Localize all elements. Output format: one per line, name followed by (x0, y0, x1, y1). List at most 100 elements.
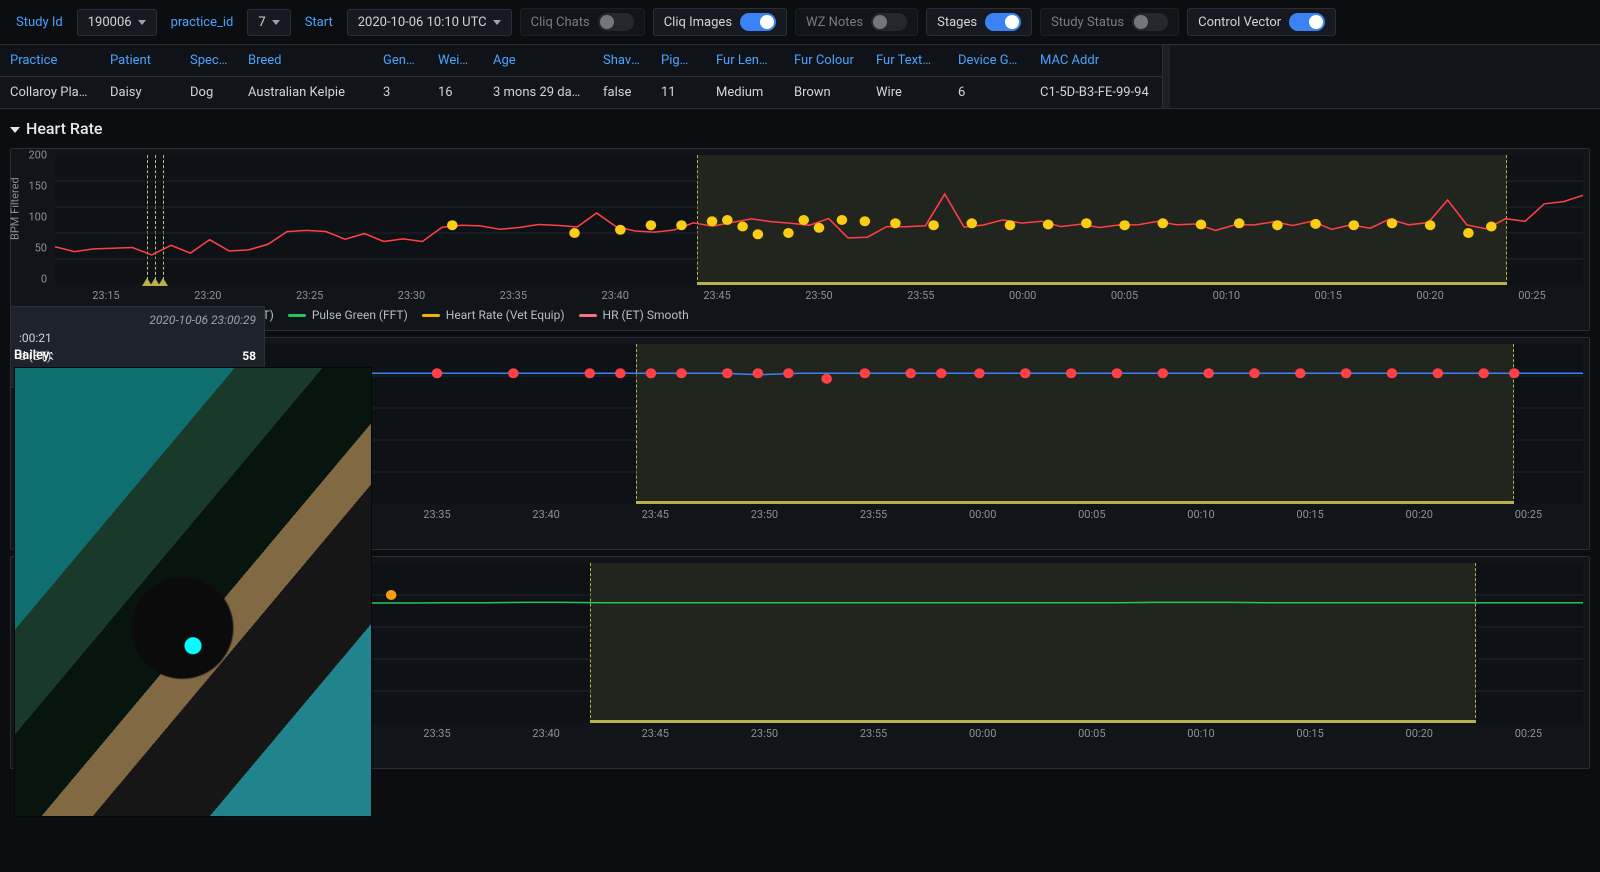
panel-title-heart-rate[interactable]: Heart Rate (0, 109, 1600, 142)
plot-area[interactable] (55, 155, 1583, 285)
y-tick: 200 (28, 149, 47, 162)
cell-value: Brown (784, 77, 866, 108)
x-tick: 00:15 (1256, 508, 1365, 521)
x-tick: 23:40 (492, 727, 601, 740)
practice-id-value: 7 (258, 15, 265, 30)
col-header[interactable]: Weight (428, 45, 483, 77)
x-tick: 00:10 (1146, 727, 1255, 740)
scrollbar[interactable] (1162, 45, 1170, 108)
toggle-study-status: Study Status (1040, 8, 1179, 36)
toggle-switch (598, 13, 634, 31)
toggle-switch (871, 13, 907, 31)
col-header[interactable]: Age (483, 45, 593, 77)
study-id-label: Study Id (10, 13, 69, 32)
col-header[interactable]: Breed (238, 45, 373, 77)
x-tick: 23:35 (462, 289, 564, 302)
chevron-down-icon (138, 20, 146, 25)
x-tick: 00:20 (1365, 508, 1474, 521)
start-label: Start (299, 13, 339, 32)
x-tick: 23:50 (710, 508, 819, 521)
x-tick: 23:30 (361, 289, 463, 302)
legend-item[interactable]: Heart Rate (Vet Equip) (422, 308, 565, 322)
x-tick: 23:55 (819, 508, 928, 521)
col-header[interactable]: MAC Addr (1030, 45, 1162, 77)
cell-value: Dog (180, 77, 238, 108)
legend-swatch (288, 314, 306, 317)
x-tick: 23:50 (768, 289, 870, 302)
legend-item[interactable]: Pulse Green (FFT) (288, 308, 408, 322)
legend-item[interactable]: HR (ET) Smooth (579, 308, 689, 322)
x-tick: 00:00 (928, 508, 1037, 521)
cell-value: Medium (706, 77, 784, 108)
legend-swatch (422, 314, 440, 317)
legend-label: Heart Rate (Vet Equip) (446, 308, 565, 322)
cell-value: 3 (373, 77, 428, 108)
cell-value: false (593, 77, 651, 108)
toggle-label: Control Vector (1198, 15, 1281, 30)
x-tick: 23:45 (601, 508, 710, 521)
start-value: 2020-10-06 10:10 UTC (358, 15, 487, 30)
toggle-switch[interactable] (985, 13, 1021, 31)
y-tick: 100 (28, 211, 47, 224)
x-tick: 00:10 (1175, 289, 1277, 302)
x-tick: 00:05 (1037, 508, 1146, 521)
toggle-stages[interactable]: Stages (926, 8, 1032, 36)
toggle-switch[interactable] (740, 13, 776, 31)
x-tick: 00:25 (1474, 727, 1583, 740)
col-header[interactable]: Patient (100, 45, 180, 77)
toggle-switch[interactable] (1289, 13, 1325, 31)
col-header[interactable]: Gender (373, 45, 428, 77)
x-tick: 23:20 (157, 289, 259, 302)
cell-value: 3 mons 29 days (483, 77, 593, 108)
y-tick: 50 (35, 242, 47, 255)
study-id-select[interactable]: 190006 (77, 9, 157, 36)
x-tick: 00:05 (1074, 289, 1176, 302)
toolbar: Study Id 190006 practice_id 7 Start 2020… (0, 0, 1600, 44)
y-axis-label: BPM Filtered (9, 177, 22, 240)
x-tick: 00:00 (972, 289, 1074, 302)
tooltip-time-short: :00:21 (19, 331, 52, 345)
x-tick: 23:35 (382, 508, 491, 521)
image-photo (14, 367, 372, 817)
col-header[interactable]: Practice (0, 45, 100, 77)
col-header[interactable]: Pigment (651, 45, 706, 77)
cell-value: 16 (428, 77, 483, 108)
legend-swatch (579, 314, 597, 317)
x-tick: 23:55 (819, 727, 928, 740)
x-tick: 23:45 (666, 289, 768, 302)
x-tick: 00:00 (928, 727, 1037, 740)
toggle-label: Cliq Images (664, 15, 732, 30)
col-header[interactable]: Shaved (593, 45, 651, 77)
toggle-cliq-chats: Cliq Chats (520, 8, 645, 36)
x-tick: 23:35 (382, 727, 491, 740)
x-axis-ticks: 23:1523:2023:2523:3023:3523:4023:4523:50… (55, 289, 1583, 302)
practice-id-select[interactable]: 7 (247, 9, 290, 36)
col-header[interactable]: Fur Length (706, 45, 784, 77)
y-tick: 150 (28, 180, 47, 193)
x-tick: 23:40 (492, 508, 601, 521)
toggle-control-vector[interactable]: Control Vector (1187, 8, 1336, 36)
col-header[interactable]: Device Gen. (948, 45, 1030, 77)
x-tick: 00:20 (1379, 289, 1481, 302)
toggle-label: WZ Notes (806, 15, 863, 30)
x-tick: 00:05 (1037, 727, 1146, 740)
col-header[interactable]: Fur Colour (784, 45, 866, 77)
study-id-value: 190006 (88, 15, 132, 30)
col-header[interactable]: Species (180, 45, 238, 77)
cell-value: Wire (866, 77, 948, 108)
y-tick: 0 (41, 273, 47, 286)
x-tick: 00:10 (1146, 508, 1255, 521)
start-select[interactable]: 2020-10-06 10:10 UTC (347, 9, 512, 36)
practice-id-label: practice_id (165, 13, 240, 32)
patient-header-table: PracticePatientSpeciesBreedGenderWeightA… (0, 44, 1600, 109)
legend-label: Pulse Green (FFT) (312, 308, 408, 322)
panel-title-text: Heart Rate (26, 119, 103, 138)
x-tick: 23:50 (710, 727, 819, 740)
x-tick: 23:25 (259, 289, 361, 302)
col-header[interactable]: Fur Texture (866, 45, 948, 77)
toggle-cliq-images[interactable]: Cliq Images (653, 8, 787, 36)
chart-panel-heart-rate: 0 50 100 150 200 BPM Filtered 23:1523:2023:252… (10, 148, 1590, 331)
cell-value: Collaroy Plate… (0, 77, 100, 108)
toggle-label: Study Status (1051, 15, 1124, 30)
tooltip-timestamp: 2020-10-06 23:00:29 (19, 313, 256, 327)
